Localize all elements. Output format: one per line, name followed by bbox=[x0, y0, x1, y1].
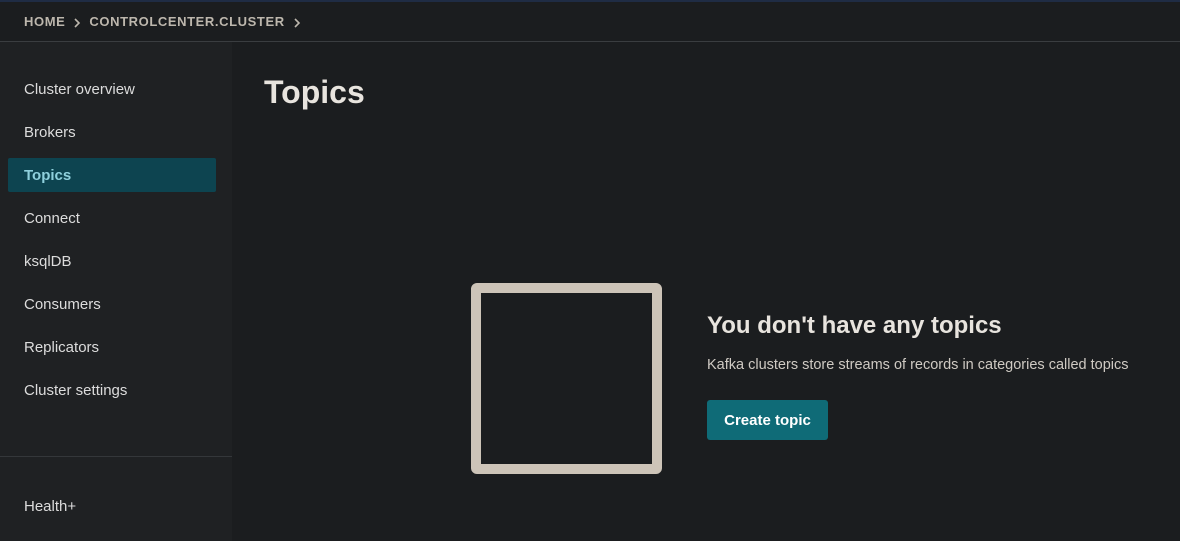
breadcrumb: HOME CONTROLCENTER.CLUSTER bbox=[24, 14, 309, 29]
sidebar-item-ksqldb[interactable]: ksqlDB bbox=[8, 244, 216, 278]
breadcrumb-home[interactable]: HOME bbox=[24, 14, 65, 29]
sidebar-item-brokers[interactable]: Brokers bbox=[8, 115, 216, 149]
sidebar-item-topics[interactable]: Topics bbox=[8, 158, 216, 192]
sidebar-item-label: Cluster overview bbox=[24, 80, 135, 98]
sidebar-item-cluster-overview[interactable]: Cluster overview bbox=[8, 72, 216, 106]
breadcrumb-cluster[interactable]: CONTROLCENTER.CLUSTER bbox=[89, 14, 284, 29]
top-header: HOME CONTROLCENTER.CLUSTER bbox=[0, 2, 1180, 42]
sidebar-divider bbox=[0, 456, 232, 457]
sidebar-item-label: Brokers bbox=[24, 123, 76, 141]
empty-state-illustration bbox=[471, 283, 662, 474]
page-title: Topics bbox=[264, 74, 365, 110]
sidebar-item-label: Topics bbox=[24, 166, 72, 184]
sidebar-item-label: ksqlDB bbox=[24, 252, 72, 270]
sidebar-item-cluster-settings[interactable]: Cluster settings bbox=[8, 373, 216, 407]
sidebar-item-connect[interactable]: Connect bbox=[8, 201, 216, 235]
main-content: Topics You don't have any topics Kafka c… bbox=[232, 42, 1180, 541]
sidebar-item-label: Consumers bbox=[24, 295, 101, 313]
sidebar-item-label: Connect bbox=[24, 209, 80, 227]
sidebar-item-label: Cluster settings bbox=[24, 381, 128, 399]
chevron-right-icon bbox=[65, 14, 89, 29]
sidebar-item-health-plus[interactable]: Health+ bbox=[8, 489, 216, 523]
sidebar-item-consumers[interactable]: Consumers bbox=[8, 287, 216, 321]
create-topic-button[interactable]: Create topic bbox=[707, 400, 828, 440]
sidebar-item-replicators[interactable]: Replicators bbox=[8, 330, 216, 364]
sidebar: Cluster overview Brokers Topics Connect … bbox=[0, 42, 232, 541]
sidebar-item-label: Replicators bbox=[24, 338, 100, 356]
empty-state-title: You don't have any topics bbox=[707, 312, 1002, 339]
sidebar-item-label: Health+ bbox=[24, 497, 77, 515]
chevron-right-icon bbox=[285, 14, 309, 29]
empty-state-description: Kafka clusters store streams of records … bbox=[707, 357, 1129, 373]
